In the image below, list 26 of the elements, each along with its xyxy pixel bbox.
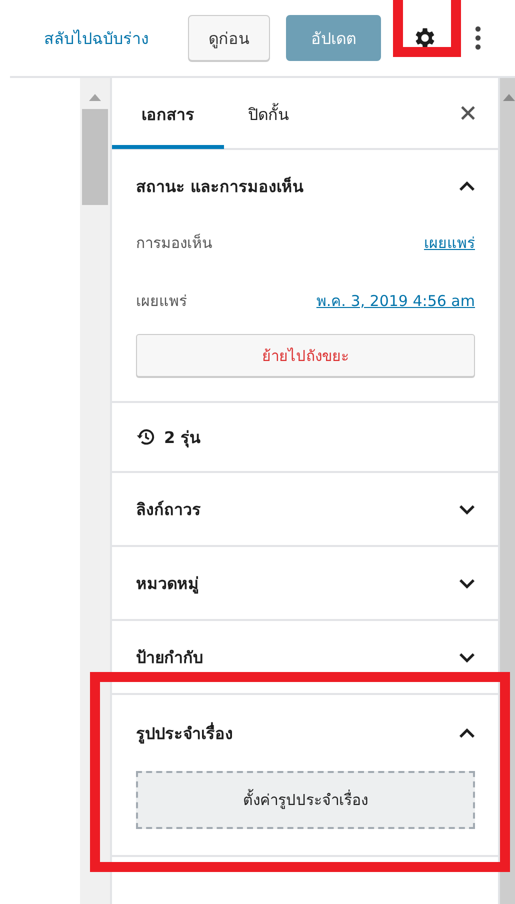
panel-title[interactable]: ลิงก์ถาวร	[136, 496, 201, 522]
close-icon[interactable]	[461, 106, 475, 120]
field-label: เผยแพร่	[136, 291, 187, 312]
chevron-down-icon[interactable]	[459, 504, 475, 514]
chevron-down-icon[interactable]	[459, 578, 475, 588]
panel-title[interactable]: หมวดหมู่	[136, 570, 199, 596]
panel-title[interactable]: รูปประจำเรื่อง	[136, 720, 233, 746]
chevron-up-icon[interactable]	[459, 180, 475, 192]
more-options-icon[interactable]	[475, 26, 481, 50]
set-featured-image-button[interactable]: ตั้งค่ารูปประจำเรื่อง	[136, 771, 475, 829]
field-value-link[interactable]: เผยแพร่	[424, 231, 475, 255]
history-icon[interactable]	[136, 427, 156, 447]
panel-title[interactable]: ป้ายกำกับ	[136, 644, 203, 670]
field-label: การมองเห็น	[136, 232, 212, 254]
chevron-down-icon[interactable]	[459, 652, 475, 662]
field-value-link[interactable]: พ.ค. 3, 2019 4:56 am	[316, 289, 475, 313]
switch-to-draft-link[interactable]: สลับไปฉบับร่าง	[44, 26, 149, 50]
scrollbar[interactable]	[80, 78, 110, 904]
sidebar-tab[interactable]: ปิดกั้น	[224, 79, 313, 149]
preview-button[interactable]: ดูก่อน	[188, 15, 270, 61]
move-to-trash-button[interactable]: ย้ายไปถังขยะ	[136, 334, 475, 377]
scrollbar-thumb[interactable]	[82, 109, 108, 205]
sidebar-tab[interactable]: เอกสาร	[112, 79, 224, 149]
revisions-link[interactable]: 2 รุ่น	[164, 424, 201, 450]
chevron-up-icon[interactable]	[459, 728, 475, 738]
panel-title[interactable]: สถานะ และการมองเห็น	[136, 174, 304, 198]
